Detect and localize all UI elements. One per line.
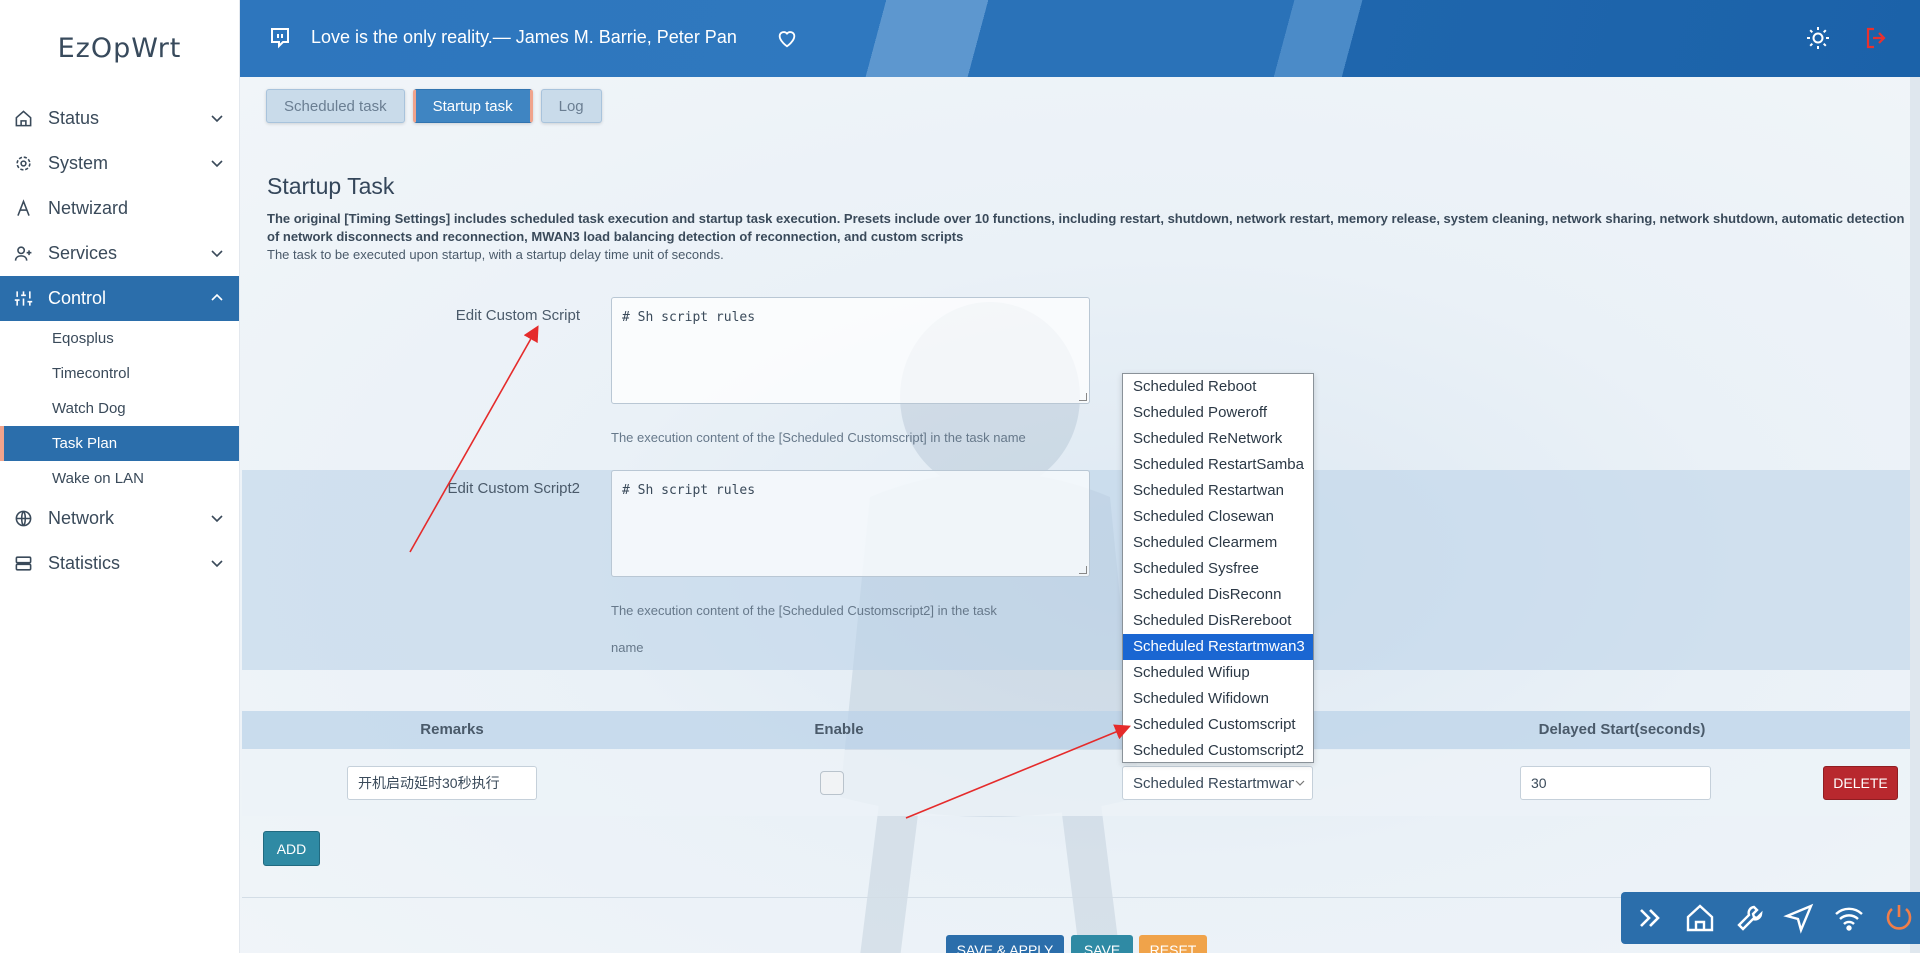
dropdown-option[interactable]: Scheduled DisReconn: [1123, 582, 1313, 608]
chevron-down-icon: [211, 515, 223, 523]
sidebar-subitem-watchdog[interactable]: Watch Dog: [0, 391, 239, 426]
chevron-down-icon: [211, 160, 223, 168]
dropdown-option[interactable]: Scheduled Restartmwan3: [1123, 634, 1313, 660]
dropdown-option[interactable]: Scheduled ReNetwork: [1123, 426, 1313, 452]
dropdown-option[interactable]: Scheduled Wifiup: [1123, 660, 1313, 686]
custom-script-value: # Sh script rules: [622, 310, 756, 325]
custom-script2-label: Edit Custom Script2: [447, 480, 580, 497]
chat-icon[interactable]: [268, 26, 292, 50]
delay-input[interactable]: 30: [1520, 766, 1711, 800]
top-header: Love is the only reality.— James M. Barr…: [240, 0, 1920, 77]
sidebar: EzOpWrt Status System Netwizard Services…: [0, 0, 240, 953]
chevron-up-icon: [211, 293, 223, 301]
dropdown-option[interactable]: Scheduled Reboot: [1123, 374, 1313, 400]
sidebar-subitem-taskplan[interactable]: Task Plan: [0, 426, 239, 461]
sidebar-item-label: Netwizard: [48, 198, 129, 218]
chevron-down-icon: [211, 115, 223, 123]
sidebar-subitem-wakeonlan[interactable]: Wake on LAN: [0, 461, 239, 496]
sidebar-subitem-eqosplus[interactable]: Eqosplus: [0, 321, 239, 356]
sidebar-item-network[interactable]: Network: [0, 496, 239, 541]
dropdown-option[interactable]: Scheduled Restartwan: [1123, 478, 1313, 504]
add-button[interactable]: ADD: [263, 831, 320, 866]
custom-script2-value: # Sh script rules: [622, 483, 756, 498]
send-icon[interactable]: [1778, 897, 1820, 939]
sidebar-item-status[interactable]: Status: [0, 96, 239, 141]
sun-icon[interactable]: [1806, 26, 1830, 50]
quick-dock: [1621, 892, 1920, 944]
logout-icon[interactable]: [1864, 26, 1888, 50]
power-icon[interactable]: [1878, 897, 1920, 939]
sidebar-item-label: Services: [48, 243, 118, 263]
sidebar-item-label: Network: [48, 508, 115, 528]
dropdown-option[interactable]: Scheduled Clearmem: [1123, 530, 1313, 556]
task-select-value: Scheduled Restartmwan3: [1133, 774, 1305, 792]
custom-script2-hint-line2: name: [611, 640, 644, 655]
server-icon: [12, 553, 34, 575]
sidebar-item-label: Statistics: [48, 553, 121, 573]
custom-script-textarea[interactable]: # Sh script rules: [611, 297, 1090, 404]
header-delay: Delayed Start(seconds): [1538, 721, 1706, 738]
sidebar-item-services[interactable]: Services: [0, 231, 239, 276]
sidebar-item-system[interactable]: System: [0, 141, 239, 186]
chevron-down-icon: [211, 560, 223, 568]
custom-script-label: Edit Custom Script: [455, 307, 580, 324]
tab-startup-task[interactable]: Startup task: [412, 89, 533, 123]
chevron-down-icon: [211, 250, 223, 258]
resize-grip-icon[interactable]: [1079, 393, 1087, 401]
sliders-icon: [12, 288, 34, 310]
resize-grip-icon[interactable]: [1079, 566, 1087, 574]
wrench-icon[interactable]: [1729, 897, 1771, 939]
sidebar-item-label: Control: [48, 288, 107, 308]
dropdown-option[interactable]: Scheduled Customscript: [1123, 712, 1313, 738]
sidebar-item-label: System: [48, 153, 109, 173]
wizard-icon: [12, 198, 34, 220]
table-header: Remarks Enable Delayed Start(seconds): [242, 711, 1918, 749]
custom-script2-textarea[interactable]: # Sh script rules: [611, 470, 1090, 577]
dropdown-option[interactable]: Scheduled Poweroff: [1123, 400, 1313, 426]
dropdown-option[interactable]: Scheduled Customscript2: [1123, 738, 1313, 764]
double-chevron-right-icon[interactable]: [1629, 897, 1671, 939]
custom-script2-hint-line1: The execution content of the [Scheduled …: [611, 603, 997, 618]
sidebar-item-statistics[interactable]: Statistics: [0, 541, 239, 586]
sidebar-subitem-timecontrol[interactable]: Timecontrol: [0, 356, 239, 391]
wifi-icon[interactable]: [1828, 897, 1870, 939]
home-icon: [12, 108, 34, 130]
main-content: Scheduled task Startup task Log Startup …: [240, 77, 1920, 953]
dropdown-option[interactable]: Scheduled Closewan: [1123, 504, 1313, 530]
custom-script-hint: The execution content of the [Scheduled …: [611, 430, 1026, 445]
task-dropdown-list[interactable]: Scheduled Reboot Scheduled Poweroff Schedu…: [1122, 373, 1314, 763]
section-title: Startup Task: [267, 173, 395, 199]
dropdown-option[interactable]: Scheduled Sysfree: [1123, 556, 1313, 582]
heart-icon[interactable]: [776, 27, 798, 49]
brand-logo: EzOpWrt: [57, 32, 182, 64]
sidebar-item-control[interactable]: Control: [0, 276, 239, 321]
sidebar-item-label: Status: [48, 108, 100, 128]
tab-bar: Scheduled task Startup task Log: [266, 89, 602, 123]
save-apply-button[interactable]: SAVE & APPLY: [946, 935, 1064, 953]
tab-scheduled-task[interactable]: Scheduled task: [266, 89, 405, 123]
tab-log[interactable]: Log: [540, 89, 602, 123]
reset-button[interactable]: RESET: [1139, 935, 1207, 953]
header-enable: Enable: [814, 721, 864, 738]
user-plus-icon: [12, 243, 34, 265]
header-remarks: Remarks: [420, 721, 484, 738]
home-icon[interactable]: [1679, 897, 1721, 939]
section-subdescription: The task to be executed upon startup, wi…: [267, 247, 724, 262]
gear-icon: [12, 153, 34, 175]
table-row: 开机启动延时30秒执行 Scheduled Restartmwan3 30 DE…: [242, 750, 1918, 816]
dropdown-option[interactable]: Scheduled DisRereboot: [1123, 608, 1313, 634]
header-quote: Love is the only reality.— James M. Barr…: [311, 27, 737, 47]
scrollbar[interactable]: [1910, 77, 1920, 953]
dropdown-option[interactable]: Scheduled RestartSamba: [1123, 452, 1313, 478]
globe-icon: [12, 508, 34, 530]
sidebar-item-netwizard[interactable]: Netwizard: [0, 186, 239, 231]
delete-button[interactable]: DELETE: [1823, 766, 1898, 800]
chevron-down-icon: [1294, 777, 1306, 789]
section-description: The original [Timing Settings] includes …: [267, 211, 1905, 244]
save-button[interactable]: SAVE: [1071, 935, 1133, 953]
dropdown-option[interactable]: Scheduled Wifidown: [1123, 686, 1313, 712]
enable-checkbox[interactable]: [820, 771, 844, 795]
task-select[interactable]: Scheduled Restartmwan3: [1122, 766, 1313, 800]
remarks-input[interactable]: 开机启动延时30秒执行: [347, 766, 537, 800]
